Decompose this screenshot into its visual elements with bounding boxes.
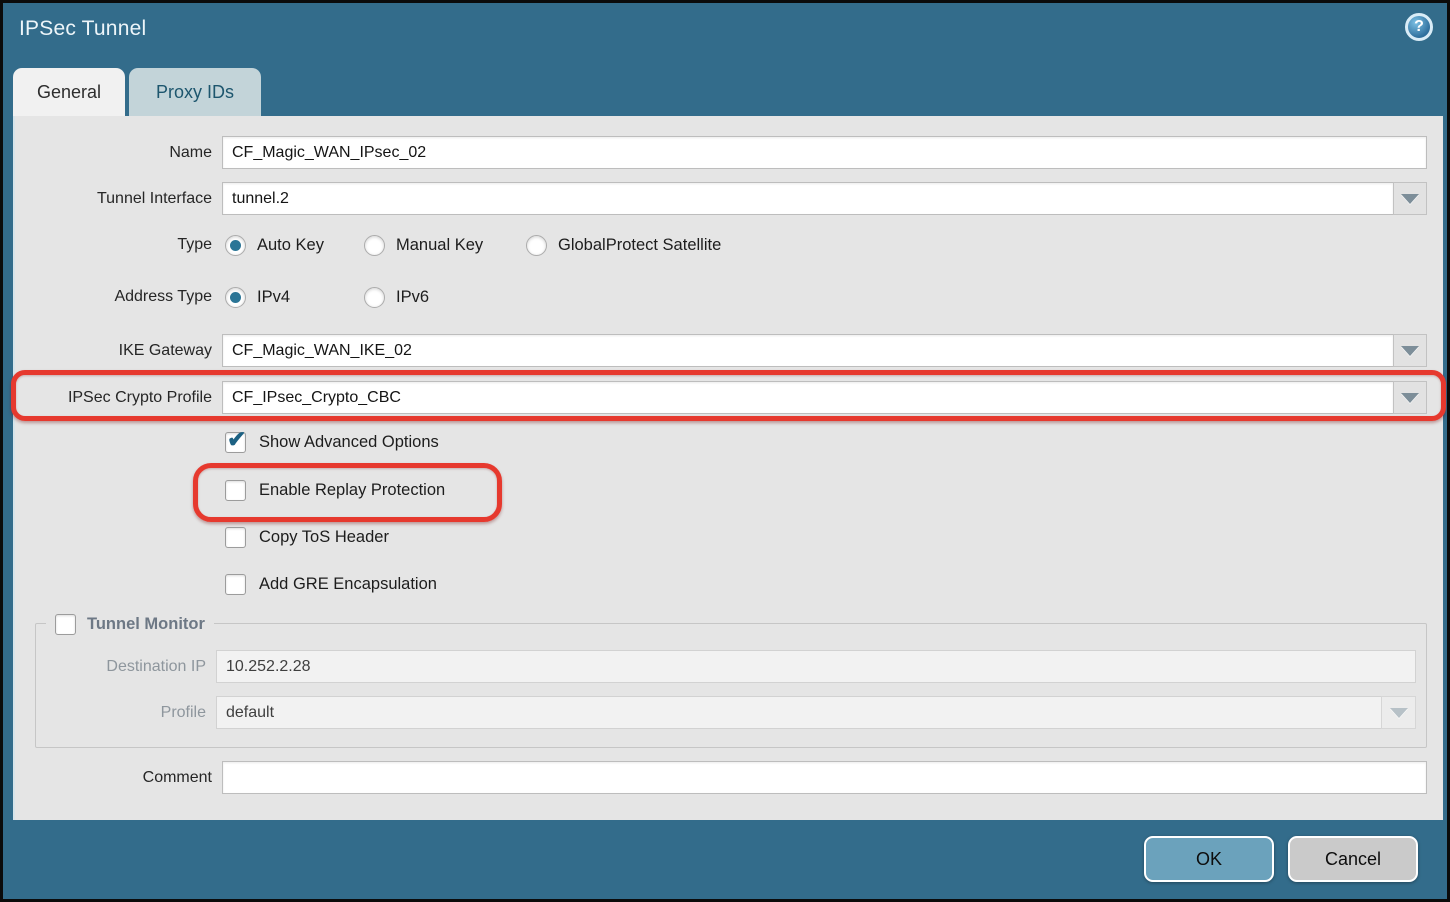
tunnel-interface-dropdown-button[interactable]: [1393, 182, 1427, 215]
profile-dropdown-button[interactable]: [1381, 696, 1416, 729]
address-type-row: Address Type IPv4 IPv6: [15, 283, 1443, 311]
checkbox-unchecked-icon[interactable]: [225, 527, 246, 548]
enable-replay-protection-checkbox-row[interactable]: Enable Replay Protection: [225, 477, 445, 503]
destination-ip-label: Destination IP: [36, 650, 206, 683]
checkbox-unchecked-icon[interactable]: [225, 480, 246, 501]
checkbox-checked-icon[interactable]: [225, 432, 246, 453]
address-type-label: Address Type: [15, 283, 212, 311]
tunnel-monitor-label: Tunnel Monitor: [87, 615, 205, 634]
checkbox-unchecked-icon[interactable]: [55, 614, 76, 635]
profile-row: Profile: [36, 696, 1426, 729]
checkbox-unchecked-icon[interactable]: [225, 574, 246, 595]
ipsec-crypto-profile-row: IPSec Crypto Profile: [15, 381, 1443, 414]
tunnel-monitor-legend[interactable]: Tunnel Monitor: [46, 610, 214, 638]
radio-ipv4[interactable]: IPv4: [225, 283, 290, 311]
tunnel-interface-combo: [222, 182, 1427, 215]
add-gre-encapsulation-checkbox-row[interactable]: Add GRE Encapsulation: [225, 571, 437, 597]
radio-globalprotect-satellite[interactable]: GlobalProtect Satellite: [526, 231, 721, 259]
radio-selected-icon: [225, 235, 246, 256]
name-label: Name: [15, 136, 212, 169]
copy-tos-header-checkbox-row[interactable]: Copy ToS Header: [225, 524, 389, 550]
ike-gateway-dropdown-button[interactable]: [1393, 334, 1427, 367]
ipsec-crypto-profile-input[interactable]: [222, 381, 1394, 414]
destination-ip-row: Destination IP: [36, 650, 1426, 683]
ipsec-tunnel-dialog: IPSec Tunnel General Proxy IDs Name Tunn…: [0, 0, 1450, 902]
address-type-radio-group: IPv4 IPv6: [222, 283, 1427, 311]
radio-selected-icon: [225, 287, 246, 308]
tunnel-interface-input[interactable]: [222, 182, 1394, 215]
radio-unselected-icon: [526, 235, 547, 256]
chevron-down-icon: [1390, 708, 1408, 718]
tunnel-monitor-group: Tunnel Monitor Destination IP Profile: [35, 623, 1427, 748]
tab-proxy-ids[interactable]: Proxy IDs: [129, 68, 261, 116]
profile-input[interactable]: [216, 696, 1382, 729]
show-advanced-options-checkbox-row[interactable]: Show Advanced Options: [225, 429, 439, 455]
radio-auto-key[interactable]: Auto Key: [225, 231, 324, 259]
type-label: Type: [15, 231, 212, 259]
ipsec-crypto-profile-combo: [222, 381, 1427, 414]
tunnel-interface-row: Tunnel Interface: [15, 182, 1443, 215]
ipsec-crypto-profile-label: IPSec Crypto Profile: [15, 381, 212, 414]
ike-gateway-label: IKE Gateway: [15, 334, 212, 367]
radio-manual-key[interactable]: Manual Key: [364, 231, 483, 259]
radio-ipv6[interactable]: IPv6: [364, 283, 429, 311]
chevron-down-icon: [1401, 346, 1419, 356]
cancel-button[interactable]: Cancel: [1288, 836, 1418, 882]
comment-label: Comment: [15, 761, 212, 794]
help-icon[interactable]: [1405, 13, 1433, 41]
profile-label: Profile: [36, 696, 206, 729]
chevron-down-icon: [1401, 194, 1419, 204]
radio-unselected-icon: [364, 287, 385, 308]
ike-gateway-input[interactable]: [222, 334, 1394, 367]
ike-gateway-row: IKE Gateway: [15, 334, 1443, 367]
name-row: Name: [15, 136, 1443, 169]
chevron-down-icon: [1401, 393, 1419, 403]
comment-row: Comment: [15, 761, 1443, 794]
type-radio-group: Auto Key Manual Key GlobalProtect Satell…: [222, 231, 1427, 259]
ipsec-crypto-profile-dropdown-button[interactable]: [1393, 381, 1427, 414]
tab-general[interactable]: General: [13, 68, 125, 116]
name-input[interactable]: [222, 136, 1427, 169]
profile-combo: [216, 696, 1416, 729]
tunnel-interface-label: Tunnel Interface: [15, 182, 212, 215]
ike-gateway-combo: [222, 334, 1427, 367]
radio-unselected-icon: [364, 235, 385, 256]
dialog-title: IPSec Tunnel: [19, 17, 146, 41]
general-tab-panel: Name Tunnel Interface Type Auto Key: [13, 116, 1443, 820]
ok-button[interactable]: OK: [1144, 836, 1274, 882]
type-row: Type Auto Key Manual Key GlobalProtect S…: [15, 231, 1443, 259]
destination-ip-input[interactable]: [216, 650, 1416, 683]
comment-input[interactable]: [222, 761, 1427, 794]
